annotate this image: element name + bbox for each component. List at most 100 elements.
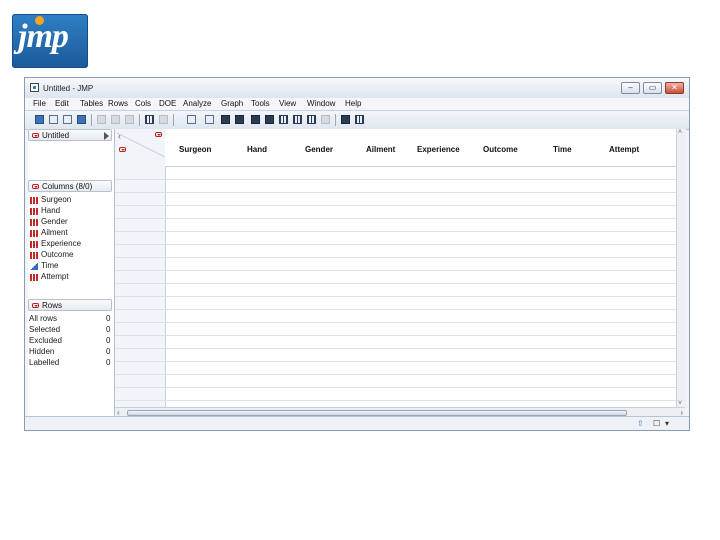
grid-row-line (115, 309, 685, 310)
column-header-row: Surgeon Hand Gender Ailment Experience O… (165, 129, 685, 167)
menu-cols[interactable]: Cols (135, 99, 151, 108)
toolbar (25, 110, 689, 130)
menu-window[interactable]: Window (307, 99, 335, 108)
table-name: Untitled (42, 131, 70, 140)
maximize-button[interactable]: ▭ (643, 82, 662, 94)
tabulate-icon[interactable] (279, 115, 288, 124)
rows-stat-value: 0 (106, 358, 111, 367)
columns-header-label: Columns (8/0) (42, 182, 93, 191)
jmp-window: Untitled - JMP – ▭ ✕ File Edit Tables Ro… (24, 77, 690, 431)
distribution-icon[interactable] (221, 115, 230, 124)
nominal-icon (30, 197, 38, 204)
column-header[interactable]: Hand (247, 145, 267, 154)
layout-icon[interactable] (355, 115, 364, 124)
copy-icon[interactable] (111, 115, 120, 124)
column-label: Ailment (41, 228, 68, 237)
rows-stat-label: Excluded (29, 336, 62, 345)
data-grid[interactable]: ‹ Surgeon Hand Gender Ailment Experience… (115, 129, 685, 419)
disabled-tool-icon[interactable] (321, 115, 330, 124)
data-grid-icon[interactable] (145, 115, 154, 124)
grid-row-line (115, 257, 685, 258)
column-label: Surgeon (41, 195, 72, 204)
menu-bar: File Edit Tables Rows Cols DOE Analyze G… (25, 98, 689, 110)
grid-row-line (115, 296, 685, 297)
rows-stat-label: All rows (29, 314, 58, 323)
red-triangle-menu-icon[interactable] (32, 133, 39, 138)
arrow-tool-icon[interactable] (205, 115, 214, 124)
close-button[interactable]: ✕ (665, 82, 684, 94)
menu-view[interactable]: View (279, 99, 296, 108)
graph-builder-icon[interactable] (293, 115, 302, 124)
control-chart-icon[interactable] (307, 115, 316, 124)
scroll-down-arrow-icon[interactable]: ˅ (678, 400, 682, 407)
multivariate-icon[interactable] (265, 115, 274, 124)
open-icon[interactable] (49, 115, 58, 124)
rows-panel-header[interactable]: Rows (28, 299, 112, 311)
dropdown-arrow-icon[interactable]: ▾ (665, 419, 669, 428)
columns-panel-header[interactable]: Columns (8/0) (28, 180, 112, 192)
column-header[interactable]: Experience (417, 145, 460, 154)
grid-row-line (115, 192, 685, 193)
rows-stat-label: Hidden (29, 347, 55, 356)
column-header[interactable]: Time (553, 145, 572, 154)
logo-text: jmp (18, 18, 69, 55)
column-header[interactable]: Attempt (609, 145, 639, 154)
fit-y-by-x-icon[interactable] (235, 115, 244, 124)
nominal-icon (30, 230, 38, 237)
scroll-up-arrow-icon[interactable]: ˄ (678, 129, 682, 136)
left-panels: Untitled Columns (8/0) Surgeon Hand Gend… (28, 129, 115, 419)
red-triangle-menu-icon[interactable] (32, 184, 39, 189)
cut-icon[interactable] (97, 115, 106, 124)
menu-graph[interactable]: Graph (221, 99, 243, 108)
grid-row-line (115, 231, 685, 232)
new-table-icon[interactable] (35, 115, 44, 124)
menu-tools[interactable]: Tools (251, 99, 270, 108)
grid-row-line (115, 387, 685, 388)
rows-stat-value: 0 (106, 325, 111, 334)
fit-model-icon[interactable] (251, 115, 260, 124)
nominal-icon (30, 219, 38, 226)
menu-edit[interactable]: Edit (55, 99, 69, 108)
minimize-button[interactable]: – (621, 82, 640, 94)
menu-tables[interactable]: Tables (80, 99, 103, 108)
column-header[interactable]: Outcome (483, 145, 518, 154)
rows-select-icon[interactable] (187, 115, 196, 124)
column-menu-red-triangle-icon[interactable] (155, 132, 162, 137)
new-script-icon[interactable] (63, 115, 72, 124)
menu-doe[interactable]: DOE (159, 99, 176, 108)
save-icon[interactable] (77, 115, 86, 124)
nominal-icon (30, 208, 38, 215)
edit-icon[interactable] (159, 115, 168, 124)
rows-stat-value: 0 (106, 347, 111, 356)
menu-file[interactable]: File (33, 99, 46, 108)
up-arrow-icon[interactable]: ⇧ (637, 419, 644, 428)
table-panel-header[interactable]: Untitled (28, 129, 112, 141)
vertical-scrollbar[interactable]: ˄ ˅ (676, 129, 686, 407)
red-triangle-menu-icon[interactable] (32, 303, 39, 308)
window-toggle-icon[interactable]: ☐ (653, 419, 660, 428)
continuous-icon (30, 263, 38, 270)
nominal-icon (30, 252, 38, 259)
expand-arrow-icon[interactable] (104, 132, 109, 140)
nominal-icon (30, 274, 38, 281)
menu-help[interactable]: Help (345, 99, 361, 108)
grid-row-line (115, 218, 685, 219)
column-label: Hand (41, 206, 61, 215)
grid-row-line (115, 374, 685, 375)
rows-header-label: Rows (42, 301, 63, 310)
grid-row-line (115, 244, 685, 245)
column-header[interactable]: Surgeon (179, 145, 211, 154)
jmp-logo: jmp (12, 14, 88, 68)
toolbar-separator (139, 114, 140, 126)
title-bar[interactable]: Untitled - JMP – ▭ ✕ (25, 78, 689, 99)
menu-rows[interactable]: Rows (108, 99, 128, 108)
grid-row-line (115, 361, 685, 362)
grid-row-line (115, 335, 685, 336)
menu-analyze[interactable]: Analyze (183, 99, 211, 108)
grid-row-line (115, 348, 685, 349)
paste-icon[interactable] (125, 115, 134, 124)
column-header[interactable]: Gender (305, 145, 333, 154)
grid-row-line (115, 179, 685, 180)
journal-icon[interactable] (341, 115, 350, 124)
column-header[interactable]: Ailment (366, 145, 395, 154)
